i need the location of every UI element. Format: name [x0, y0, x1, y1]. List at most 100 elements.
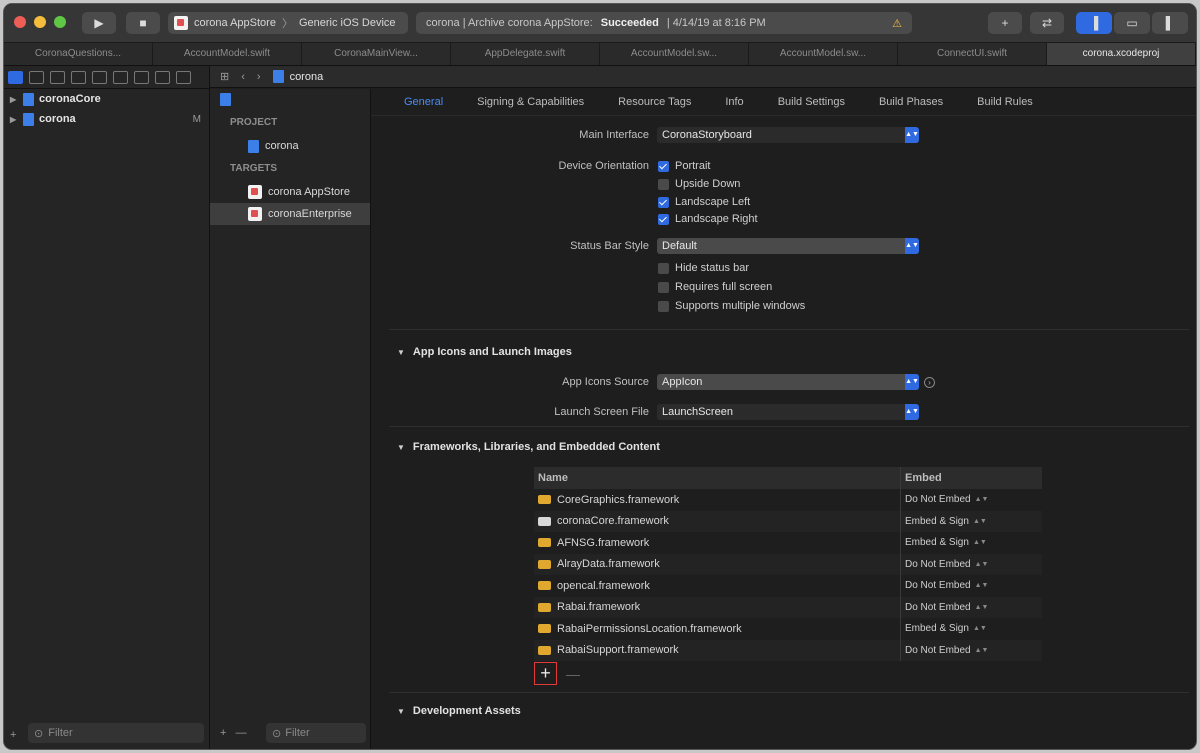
embed-popup[interactable]: Embed & Sign ▲▼ [905, 537, 987, 548]
library-button[interactable]: + [988, 12, 1022, 34]
embed-value: Do Not Embed [905, 558, 971, 570]
minimize-window-button[interactable] [34, 16, 46, 28]
checkbox-label: Landscape Right [675, 213, 758, 225]
hide-status-bar-checkbox[interactable]: Hide status bar [658, 262, 749, 274]
folder-icon[interactable] [8, 70, 23, 84]
jump-bar-item[interactable]: corona [272, 70, 324, 83]
toggle-debug-button[interactable]: ▭ [1114, 12, 1150, 34]
tab-resource-tags[interactable]: Resource Tags [601, 96, 708, 108]
add-remove-target-icon[interactable]: + — [220, 727, 247, 739]
toggle-navigator-button[interactable]: ▐ [1076, 12, 1112, 34]
close-window-button[interactable] [14, 16, 26, 28]
navigator-item[interactable]: ▶ coronaCore [4, 89, 209, 109]
table-row[interactable]: AFNSG.framework Embed & Sign ▲▼ [534, 532, 1042, 554]
breakpoint-icon[interactable] [155, 70, 170, 84]
zoom-window-button[interactable] [54, 16, 66, 28]
find-icon[interactable] [71, 70, 86, 84]
activity-time: | 4/14/19 at 8:16 PM [666, 17, 766, 29]
embed-popup[interactable]: Do Not Embed ▲▼ [905, 645, 988, 656]
embed-popup[interactable]: Do Not Embed ▲▼ [905, 494, 988, 505]
symbol-icon[interactable] [50, 70, 65, 84]
table-header: Name Embed [534, 467, 1042, 489]
main-interface-popup[interactable]: CoronaStoryboard ▲▼ [657, 127, 919, 143]
issue-icon[interactable] [92, 70, 107, 84]
disclosure-icon[interactable]: ▶ [10, 95, 18, 104]
tab-signing[interactable]: Signing & Capabilities [460, 96, 601, 108]
project-item[interactable]: corona [210, 135, 370, 157]
debug-icon[interactable] [134, 70, 149, 84]
table-row[interactable]: RabaiSupport.framework Do Not Embed ▲▼ [534, 639, 1042, 661]
orientation-landscape-left-checkbox[interactable]: Landscape Left [658, 196, 750, 208]
add-framework-button[interactable]: + [534, 662, 557, 685]
embed-popup[interactable]: Do Not Embed ▲▼ [905, 580, 988, 591]
remove-framework-button[interactable]: — [566, 666, 580, 682]
toggle-inspector-button[interactable]: ▌ [1152, 12, 1188, 34]
target-item[interactable]: corona AppStore [210, 181, 370, 203]
status-bar-style-label: Status Bar Style [570, 240, 649, 252]
launch-screen-file-popup[interactable]: LaunchScreen ▲▼ [657, 404, 919, 420]
targets-filter-field[interactable]: ⊙ Filter [266, 723, 366, 743]
back-icon[interactable]: ‹ [241, 71, 245, 83]
embed-popup[interactable]: Embed & Sign ▲▼ [905, 623, 987, 634]
orientation-landscape-right-checkbox[interactable]: Landscape Right [658, 213, 758, 225]
embed-popup[interactable]: Do Not Embed ▲▼ [905, 602, 988, 613]
table-row[interactable]: RabaiPermissionsLocation.framework Embed… [534, 618, 1042, 640]
app-icons-section-header[interactable]: ▼ App Icons and Launch Images [397, 346, 572, 358]
tab-build-settings[interactable]: Build Settings [761, 96, 862, 108]
editor-tab[interactable]: AccountModel.sw... [749, 43, 898, 65]
supports-multiple-windows-checkbox[interactable]: Supports multiple windows [658, 300, 805, 312]
editor-tab-active[interactable]: corona.xcodeproj [1047, 43, 1196, 65]
embed-cell: Embed & Sign ▲▼ [900, 532, 1042, 554]
navigator-filter-field[interactable]: ⊙ Filter [28, 723, 204, 743]
table-row[interactable]: opencal.framework Do Not Embed ▲▼ [534, 575, 1042, 597]
embed-column-header[interactable]: Embed [900, 467, 1042, 489]
embed-cell: Do Not Embed ▲▼ [900, 489, 1042, 511]
grid-icon[interactable]: ⊞ [220, 70, 229, 83]
warning-icon[interactable]: ⚠ [892, 17, 902, 30]
table-body: CoreGraphics.framework Do Not Embed ▲▼ co… [534, 489, 1042, 661]
orientation-upside-down-checkbox[interactable]: Upside Down [658, 178, 740, 190]
table-row[interactable]: Rabai.framework Do Not Embed ▲▼ [534, 596, 1042, 618]
forward-icon[interactable]: › [257, 71, 261, 83]
app-icons-source-popup[interactable]: AppIcon ▲▼ [657, 374, 919, 390]
tab-build-rules[interactable]: Build Rules [960, 96, 1050, 108]
project-toggle-icon[interactable] [220, 93, 231, 106]
jump-bar-label: corona [289, 70, 324, 83]
editor-tab[interactable]: CoronaQuestions... [4, 43, 153, 65]
add-file-icon[interactable]: + [10, 729, 16, 741]
frameworks-section-header[interactable]: ▼ Frameworks, Libraries, and Embedded Co… [397, 441, 660, 453]
test-icon[interactable] [113, 70, 128, 84]
disclosure-icon[interactable]: ▶ [10, 115, 18, 124]
report-icon[interactable] [176, 70, 191, 84]
editor-tab[interactable]: AccountModel.sw... [600, 43, 749, 65]
arrow-right-circle-icon[interactable]: › [924, 377, 935, 388]
run-button[interactable]: ▶ [82, 12, 116, 34]
table-row[interactable]: AlrayData.framework Do Not Embed ▲▼ [534, 553, 1042, 575]
chevron-updown-icon: ▲▼ [974, 582, 989, 590]
embed-popup[interactable]: Embed & Sign ▲▼ [905, 516, 987, 527]
navigator-item[interactable]: ▶ corona M [4, 109, 209, 129]
orientation-portrait-checkbox[interactable]: Portrait [658, 160, 710, 172]
requires-full-screen-checkbox[interactable]: Requires full screen [658, 281, 772, 293]
scheme-selector[interactable]: corona AppStore 〉 Generic iOS Device [168, 12, 408, 34]
embed-popup[interactable]: Do Not Embed ▲▼ [905, 559, 988, 570]
device-name: Generic iOS Device [298, 17, 396, 29]
editor-tab[interactable]: ConnectUI.swift [898, 43, 1047, 65]
name-column-header[interactable]: Name [534, 472, 900, 484]
editor-tab[interactable]: CoronaMainView... [302, 43, 451, 65]
stop-button[interactable]: ■ [126, 12, 160, 34]
tab-build-phases[interactable]: Build Phases [862, 96, 960, 108]
code-review-button[interactable]: ⇄ [1030, 12, 1064, 34]
targets-header: TARGETS [230, 163, 278, 174]
table-row[interactable]: CoreGraphics.framework Do Not Embed ▲▼ [534, 489, 1042, 511]
development-assets-section-header[interactable]: ▼ Development Assets [397, 705, 521, 717]
editor-tab[interactable]: AppDelegate.swift [451, 43, 600, 65]
tab-general[interactable]: General [387, 96, 460, 108]
status-bar-style-popup[interactable]: Default ▲▼ [657, 238, 919, 254]
tab-info[interactable]: Info [708, 96, 760, 108]
editor-tab[interactable]: AccountModel.swift [153, 43, 302, 65]
name-cell: opencal.framework [534, 580, 900, 592]
source-control-icon[interactable] [29, 70, 44, 84]
table-row[interactable]: coronaCore.framework Embed & Sign ▲▼ [534, 510, 1042, 532]
target-item-selected[interactable]: coronaEnterprise [210, 203, 370, 225]
